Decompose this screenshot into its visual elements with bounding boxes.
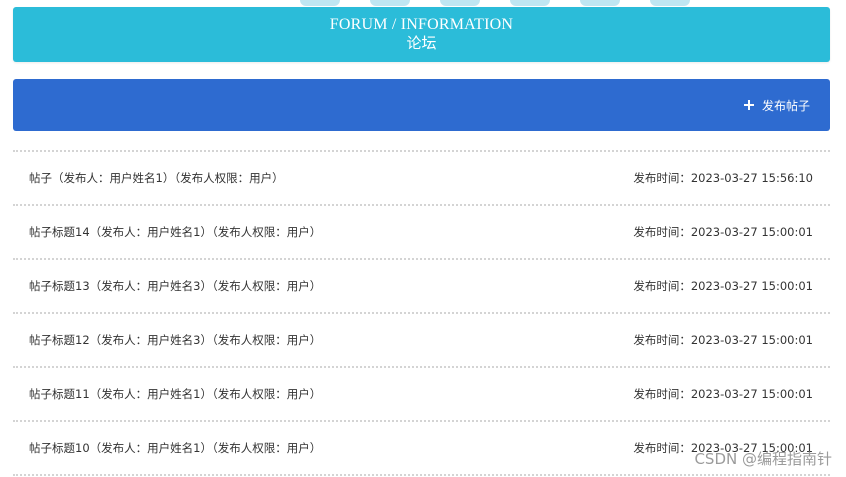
post-row[interactable]: 帖子（发布人：用户姓名1）（发布人权限：用户） 发布时间：2023-03-27 … bbox=[13, 150, 830, 204]
post-title[interactable]: 帖子标题13（发布人：用户姓名3）（发布人权限：用户） bbox=[29, 278, 321, 294]
post-time: 发布时间：2023-03-27 15:56:10 bbox=[633, 171, 813, 185]
forum-title-en: FORUM / INFORMATION bbox=[329, 16, 514, 33]
action-bar: 发布帖子 bbox=[13, 79, 830, 131]
post-time: 发布时间：2023-03-27 15:00:01 bbox=[633, 225, 813, 239]
forum-header: FORUM / INFORMATION 论坛 bbox=[13, 7, 830, 62]
post-row[interactable]: 帖子标题11（发布人：用户姓名1）（发布人权限：用户） 发布时间：2023-03… bbox=[13, 366, 830, 420]
post-title[interactable]: 帖子标题11（发布人：用户姓名1）（发布人权限：用户） bbox=[29, 386, 321, 402]
post-title[interactable]: 帖子标题14（发布人：用户姓名1）（发布人权限：用户） bbox=[29, 224, 321, 240]
plus-icon bbox=[743, 100, 754, 110]
publish-post-button[interactable]: 发布帖子 bbox=[743, 79, 810, 131]
post-row[interactable]: 帖子标题14（发布人：用户姓名1）（发布人权限：用户） 发布时间：2023-03… bbox=[13, 204, 830, 258]
publish-post-label: 发布帖子 bbox=[761, 98, 810, 113]
forum-title-cn: 论坛 bbox=[406, 36, 437, 52]
post-list: 帖子（发布人：用户姓名1）（发布人权限：用户） 发布时间：2023-03-27 … bbox=[13, 150, 830, 476]
watermark: CSDN @编程指南针 bbox=[694, 450, 832, 468]
post-time: 发布时间：2023-03-27 15:00:01 bbox=[633, 387, 813, 401]
post-time: 发布时间：2023-03-27 15:00:01 bbox=[633, 279, 813, 293]
post-row[interactable]: 帖子标题12（发布人：用户姓名3）（发布人权限：用户） 发布时间：2023-03… bbox=[13, 312, 830, 366]
post-title[interactable]: 帖子标题10（发布人：用户姓名1）（发布人权限：用户） bbox=[29, 440, 321, 456]
post-time: 发布时间：2023-03-27 15:00:01 bbox=[633, 333, 813, 347]
post-title[interactable]: 帖子标题12（发布人：用户姓名3）（发布人权限：用户） bbox=[29, 332, 321, 348]
list-divider bbox=[13, 474, 830, 476]
post-title[interactable]: 帖子（发布人：用户姓名1）（发布人权限：用户） bbox=[29, 170, 284, 186]
post-row[interactable]: 帖子标题13（发布人：用户姓名3）（发布人权限：用户） 发布时间：2023-03… bbox=[13, 258, 830, 312]
